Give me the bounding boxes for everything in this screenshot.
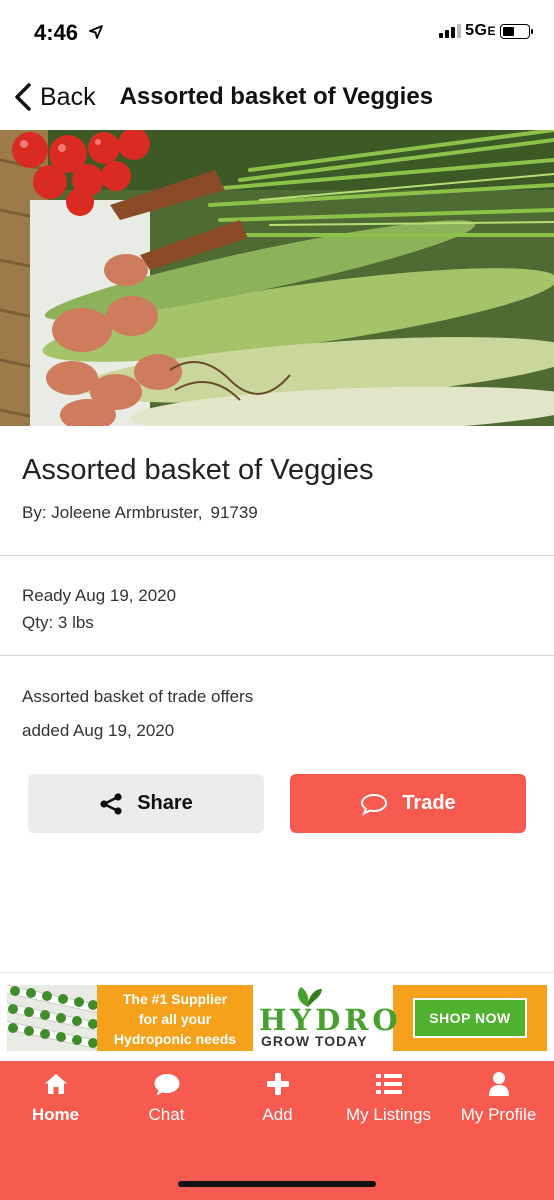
- share-label: Share: [137, 792, 193, 814]
- ad-line-3: Hydroponic needs: [113, 1031, 237, 1047]
- home-indicator: [178, 1181, 376, 1187]
- tab-add-label: Add: [262, 1105, 293, 1124]
- ad-brand-tagline: GROW TODAY: [261, 1033, 368, 1049]
- status-time: 4:46: [34, 20, 79, 45]
- ad-line-1: The #1 Supplier: [122, 991, 228, 1007]
- ready-date: Ready Aug 19, 2020: [22, 586, 177, 605]
- navigation-bar: Back Assorted basket of Veggies: [0, 64, 554, 130]
- home-icon: [44, 1074, 67, 1094]
- listing-author: By: Joleene Armbruster, 91739: [22, 503, 532, 523]
- listing-header: Assorted basket of Veggies By: Joleene A…: [0, 426, 554, 556]
- tab-chat[interactable]: Chat: [111, 1071, 222, 1141]
- listing-details: Ready Aug 19, 2020 Qty: 3 lbs: [0, 556, 554, 656]
- share-icon: [100, 792, 122, 815]
- share-button[interactable]: Share: [28, 774, 264, 833]
- chevron-left-icon: [15, 83, 31, 111]
- list-icon: [375, 1074, 402, 1094]
- ad-banner[interactable]: The #1 Supplier for all your Hydroponic …: [7, 985, 547, 1051]
- back-button[interactable]: Back: [12, 82, 96, 112]
- tab-bar: Home Chat Add My Listings My Profile: [0, 1061, 554, 1200]
- ad-plants-image: [7, 985, 97, 1051]
- back-label: Back: [40, 82, 96, 111]
- tab-my-listings[interactable]: My Listings: [333, 1071, 444, 1141]
- added-date: added Aug 19, 2020: [22, 721, 175, 740]
- status-indicators: 5GE: [439, 22, 533, 40]
- ad-area: The #1 Supplier for all your Hydroponic …: [0, 972, 554, 1061]
- trade-label: Trade: [402, 792, 456, 814]
- author-name: By: Joleene Armbruster,: [22, 503, 203, 522]
- user-icon: [488, 1072, 509, 1096]
- ad-logo: HYDRO GROW TODAY: [253, 985, 398, 1051]
- listing-description: Assorted basket of trade offers added Au…: [0, 656, 554, 748]
- page-title: Assorted basket of Veggies: [119, 83, 434, 110]
- tab-my-profile-label: My Profile: [460, 1105, 537, 1124]
- tab-add[interactable]: Add: [222, 1071, 333, 1141]
- quantity: Qty: 3 lbs: [22, 613, 94, 632]
- location-arrow-icon: [89, 25, 103, 39]
- tab-home[interactable]: Home: [0, 1071, 111, 1141]
- ad-tagline-block: The #1 Supplier for all your Hydroponic …: [97, 985, 253, 1051]
- ad-line-2: for all your: [138, 1011, 212, 1027]
- tab-chat-label: Chat: [148, 1105, 185, 1124]
- plus-icon: [266, 1073, 289, 1095]
- description-text: Assorted basket of trade offers: [22, 687, 254, 706]
- listing-title: Assorted basket of Veggies: [22, 454, 374, 486]
- ad-brand: HYDRO: [259, 1003, 402, 1037]
- status-bar: 4:46 5GE: [0, 0, 554, 64]
- listing-photo: [0, 130, 554, 426]
- author-zip: 91739: [210, 503, 258, 522]
- battery-icon: [500, 23, 533, 39]
- signal-icon: [439, 24, 462, 38]
- tab-my-listings-label: My Listings: [345, 1105, 432, 1124]
- shop-now-button[interactable]: SHOP NOW: [413, 998, 527, 1038]
- trade-button[interactable]: Trade: [290, 774, 526, 833]
- ad-cta-block: SHOP NOW: [393, 985, 547, 1051]
- chat-icon: [154, 1074, 179, 1096]
- network-label: 5GE: [465, 22, 496, 39]
- chat-bubble-icon: [361, 793, 388, 816]
- tab-my-profile[interactable]: My Profile: [443, 1071, 554, 1141]
- tab-home-label: Home: [31, 1105, 80, 1124]
